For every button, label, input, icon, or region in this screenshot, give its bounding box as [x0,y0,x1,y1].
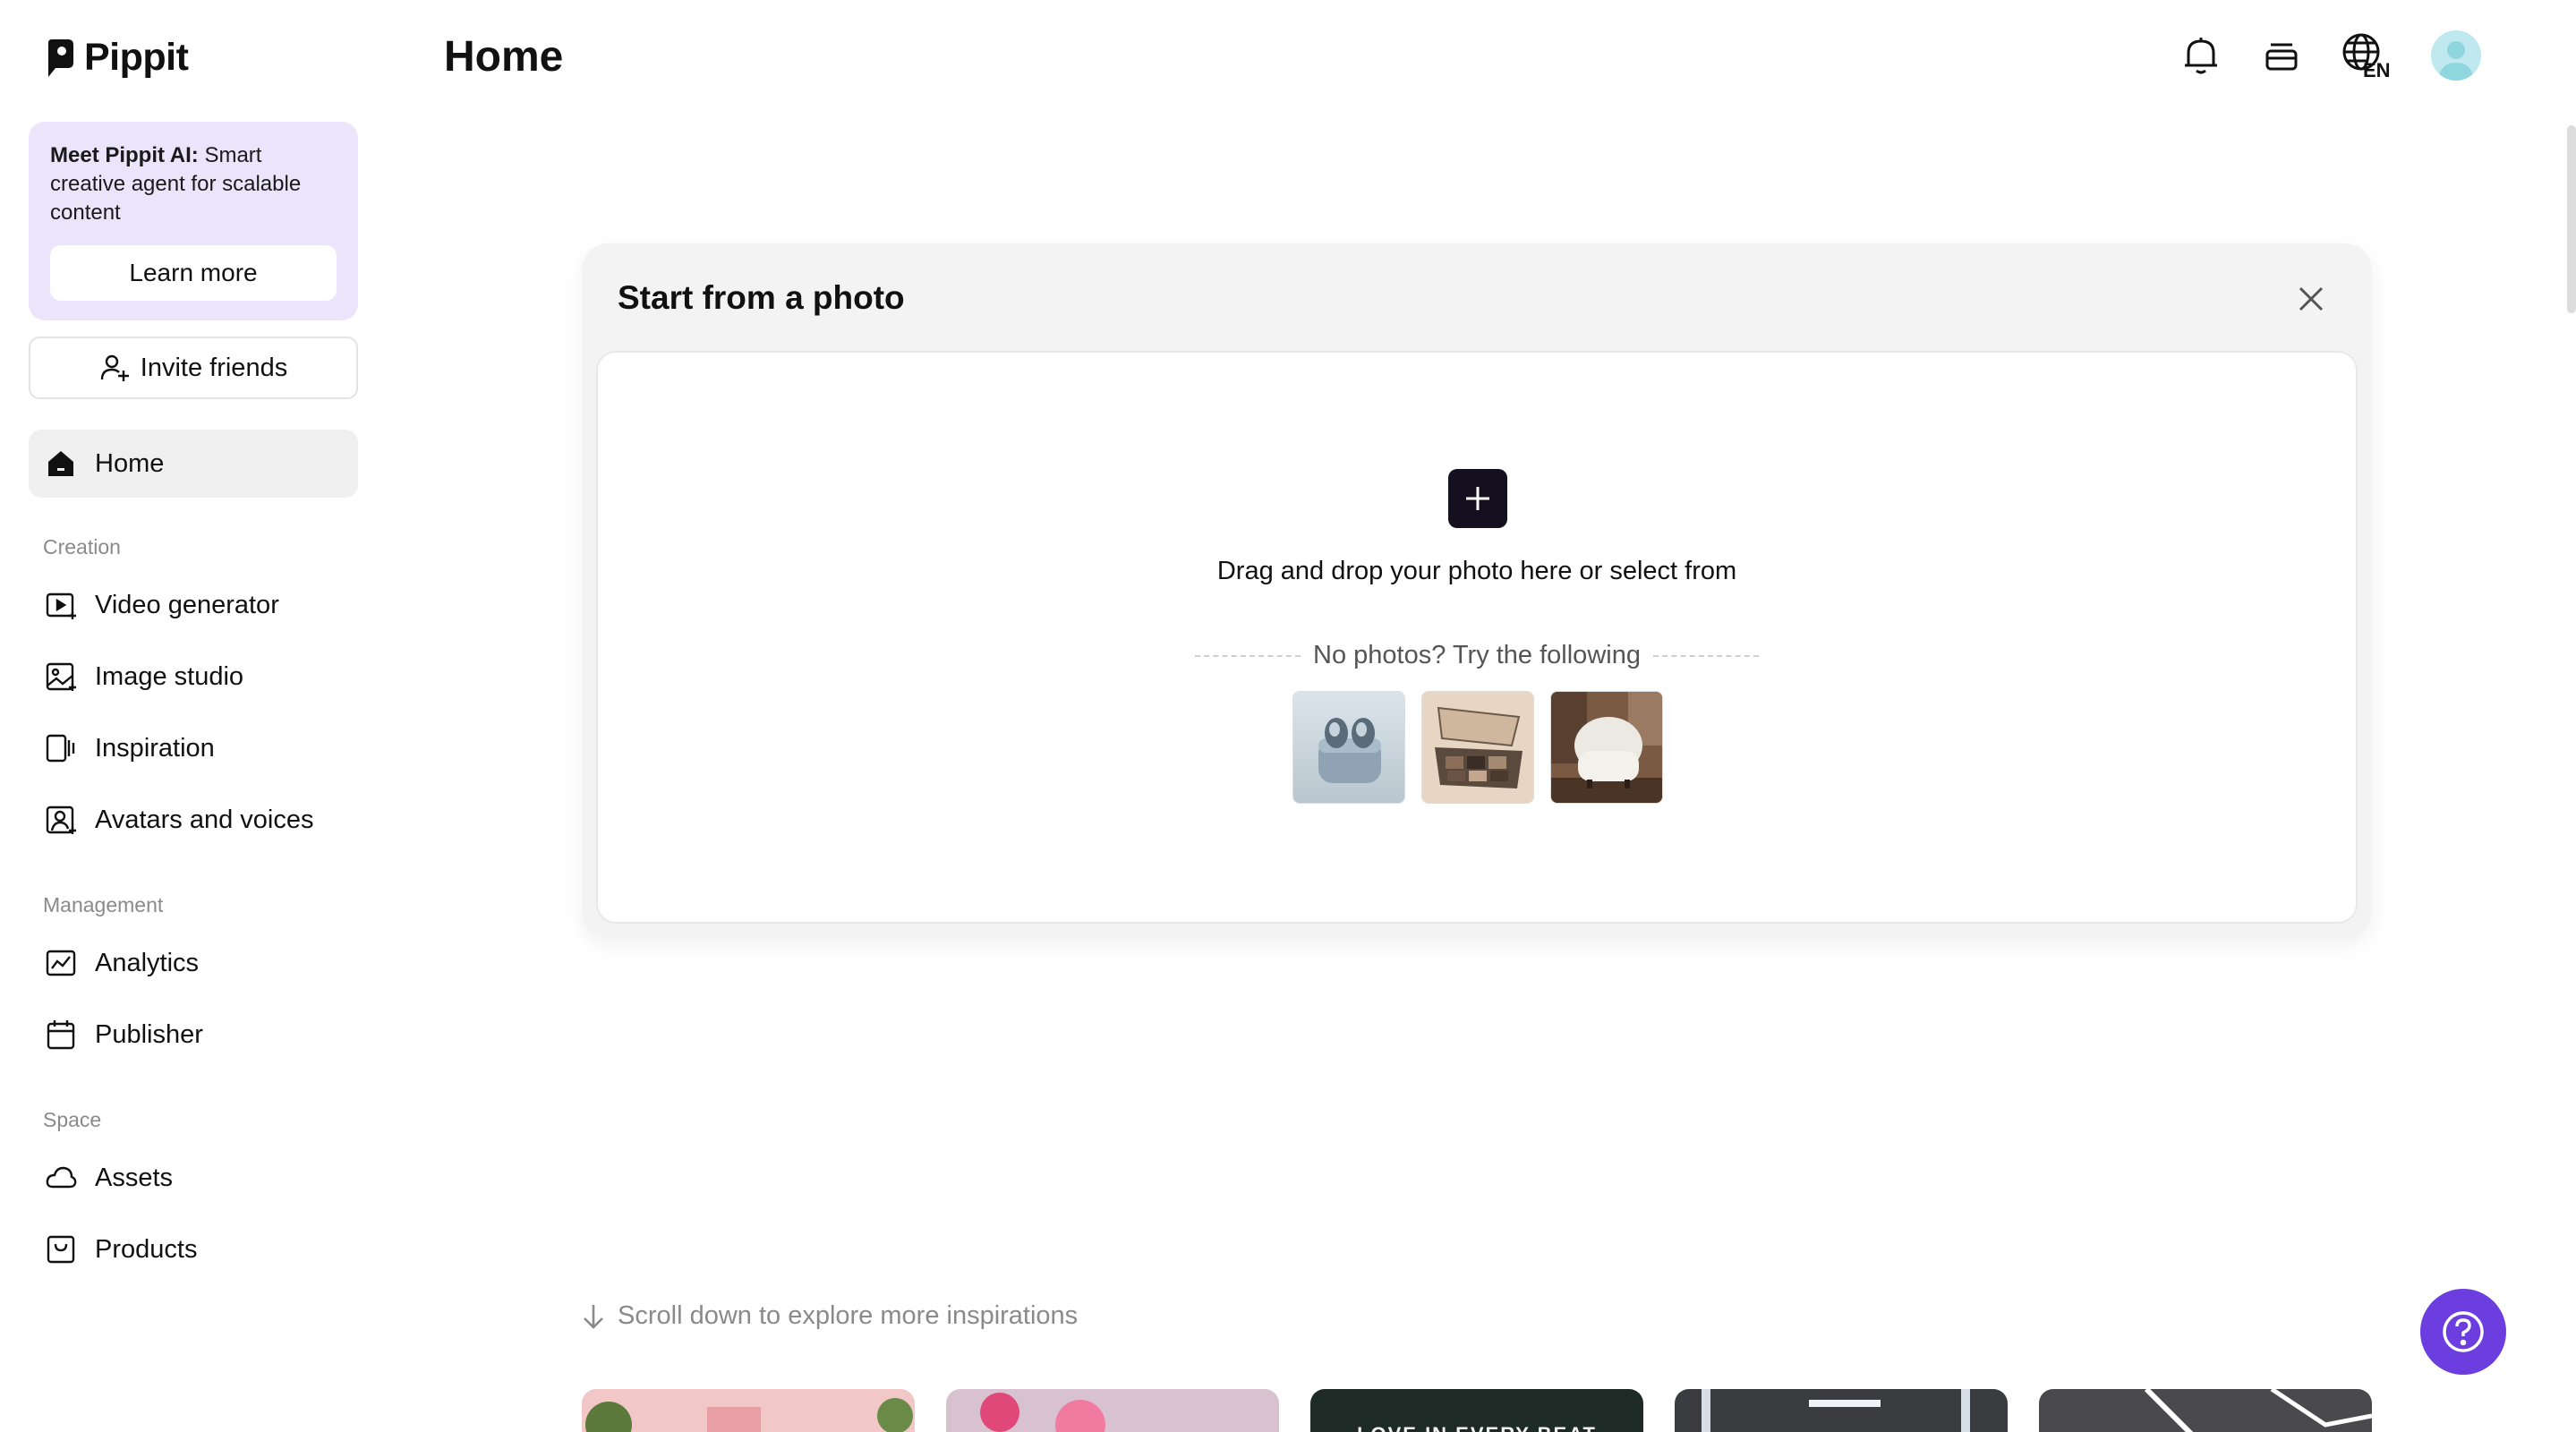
sample-divider: No photos? Try the following [598,641,2356,670]
pippit-logo-icon [48,38,73,77]
sidebar-item-publisher[interactable]: Publisher [29,1001,358,1069]
sidebar-item-label: Analytics [95,948,200,977]
promo-text: Meet Pippit AI: Smart creative agent for… [50,141,337,227]
inspiration-card[interactable] [582,1389,915,1432]
learn-more-button[interactable]: Learn more [50,245,337,301]
add-photo-button[interactable] [1448,469,1507,528]
sample-photos [1292,691,1663,804]
cloud-icon [45,1162,77,1194]
invite-friends-label: Invite friends [140,353,288,382]
help-button[interactable] [2420,1289,2506,1375]
inspiration-card[interactable] [2039,1389,2372,1432]
sidebar-item-label: Inspiration [95,733,215,763]
product-bag-icon [45,1233,77,1266]
section-label-creation: Creation [43,535,121,558]
sidebar-item-home[interactable]: Home [29,430,358,498]
scroll-hint-text: Scroll down to explore more inspirations [618,1301,1079,1330]
language-badge: EN [2363,59,2391,79]
sidebar-item-label: Assets [95,1163,174,1192]
invite-friends-button[interactable]: Invite friends [29,337,358,399]
sidebar-item-label: Video generator [95,590,279,619]
sample-eyeshadow-thumb[interactable] [1421,691,1534,804]
home-icon [45,448,77,480]
photo-drop-zone[interactable]: Drag and drop your photo here or select … [596,351,2358,924]
divider-line [1195,654,1301,657]
panel-title: Start from a photo [618,279,905,316]
sidebar-item-assets[interactable]: Assets [29,1144,358,1212]
sidebar-item-label: Avatars and voices [95,805,314,834]
section-label-management: Management [43,893,164,916]
avatar-icon [45,804,77,836]
bell-icon[interactable] [2179,33,2223,78]
start-from-photo-panel: Start from a photo Drag and drop your ph… [582,243,2372,938]
inspiration-card-text: LOVE IN EVERY BEAT [1310,1423,1643,1432]
page-scrollbar[interactable] [2567,125,2576,313]
image-studio-icon [45,661,77,693]
sample-armchair-thumb[interactable] [1550,691,1663,804]
sidebar: Pippit Meet Pippit AI: Smart creative ag… [0,0,376,1432]
inspiration-card[interactable] [946,1389,1279,1432]
sidebar-item-label: Image studio [95,661,244,691]
video-generator-icon [45,589,77,621]
avatar[interactable] [2431,30,2481,81]
help-question-icon [2443,1311,2484,1352]
inspiration-card[interactable] [1675,1389,2008,1432]
inspiration-card[interactable]: LOVE IN EVERY BEAT [1310,1389,1643,1432]
analytics-icon [45,947,77,979]
credits-stack-icon[interactable] [2259,33,2304,78]
logo-text: Pippit [84,36,189,79]
promo-banner: Meet Pippit AI: Smart creative agent for… [29,122,358,320]
calendar-icon [45,1019,77,1051]
app-root: Pippit Meet Pippit AI: Smart creative ag… [0,0,2576,1432]
sidebar-item-label: Home [95,448,165,478]
sidebar-item-video-generator[interactable]: Video generator [29,571,358,639]
logo[interactable]: Pippit [45,36,189,80]
drop-instructions: Drag and drop your photo here or select … [1216,557,1737,585]
promo-bold: Meet Pippit AI: [50,143,199,167]
sidebar-item-label: Publisher [95,1019,203,1049]
header-toolbar: EN [2179,30,2481,81]
add-user-icon [100,354,129,381]
divider-line [1652,654,1759,657]
page-title: Home [444,33,564,81]
sample-prompt: No photos? Try the following [1313,641,1641,669]
sidebar-item-avatars-and-voices[interactable]: Avatars and voices [29,786,358,854]
sidebar-item-analytics[interactable]: Analytics [29,929,358,997]
sample-earbuds-thumb[interactable] [1292,691,1405,804]
plus-icon [1466,487,1489,510]
sidebar-item-inspiration[interactable]: Inspiration [29,714,358,782]
sidebar-item-products[interactable]: Products [29,1215,358,1283]
sidebar-item-image-studio[interactable]: Image studio [29,643,358,711]
language-globe-icon[interactable]: EN [2340,33,2395,79]
sidebar-item-label: Products [95,1234,198,1264]
section-label-space: Space [43,1108,102,1131]
inspiration-icon [45,732,77,764]
close-icon[interactable] [2293,281,2329,317]
arrow-down-icon [584,1304,603,1329]
scroll-hint: Scroll down to explore more inspirations [582,1301,1078,1331]
